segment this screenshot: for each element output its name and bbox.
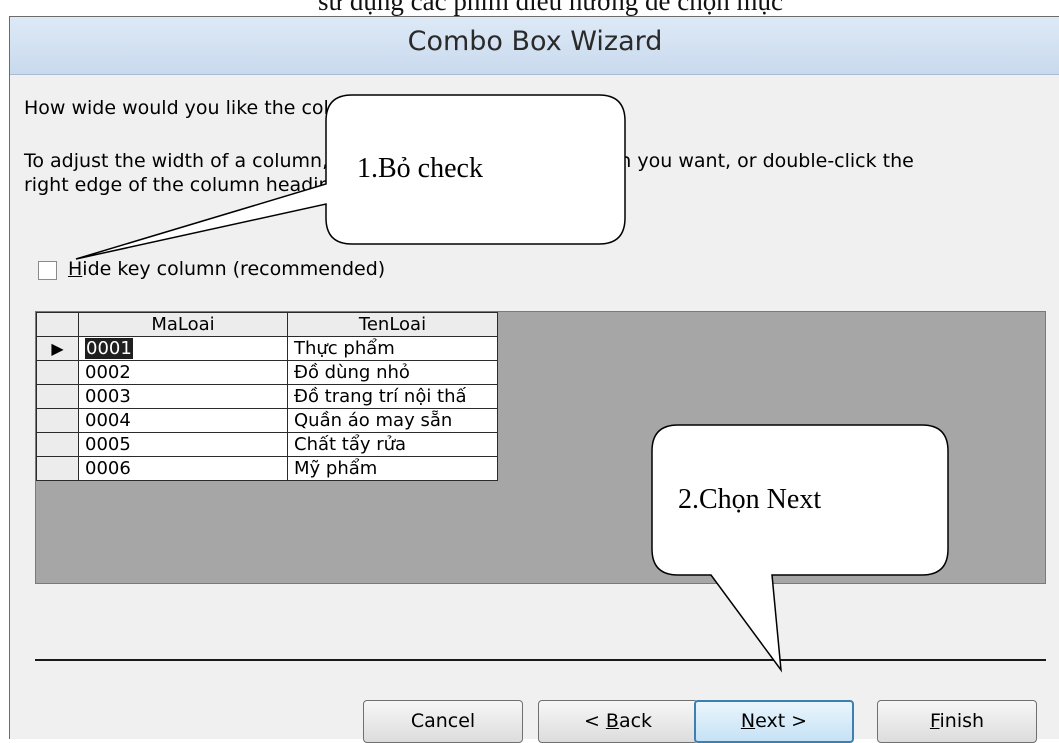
- callout-bubble-1: [75, 94, 626, 260]
- callout-text-uncheck: 1.Bỏ check: [357, 153, 483, 184]
- callout-bubble-2: [651, 424, 949, 673]
- callout-text-next: 2.Chọn Next: [678, 484, 822, 515]
- annotation-callouts: [75, 94, 949, 673]
